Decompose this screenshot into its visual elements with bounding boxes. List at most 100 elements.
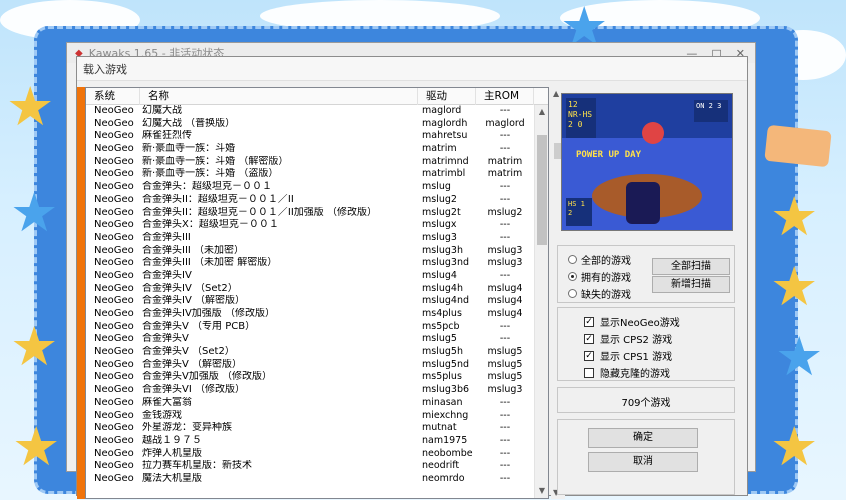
table-row[interactable]: NeoGeo 幻魔大战 maglord --- bbox=[86, 105, 534, 118]
table-row[interactable]: NeoGeo 幻魔大战 （普换版） maglordh maglord bbox=[86, 118, 534, 131]
table-row[interactable]: NeoGeo 合金弹头V （解密版） mslug5nd mslug5 bbox=[86, 359, 534, 372]
cell-main-rom: --- bbox=[499, 460, 511, 472]
star-icon: ★ bbox=[12, 415, 61, 478]
column-header-name[interactable]: 名称 bbox=[140, 88, 418, 105]
checkbox-hide-clones[interactable]: 隐藏克隆的游戏 bbox=[584, 365, 670, 380]
table-row[interactable]: NeoGeo 麻雀大富翁 minasan --- bbox=[86, 397, 534, 410]
checkbox-label: 显示 CPS1 游戏 bbox=[600, 352, 673, 363]
cell-main-rom: --- bbox=[499, 447, 511, 459]
table-row[interactable]: NeoGeo 合金弹头V mslug5 --- bbox=[86, 333, 534, 346]
ok-button[interactable]: 确定 bbox=[588, 428, 698, 448]
cell-system: NeoGeo bbox=[94, 143, 134, 155]
cell-name: 魔法大机皇版 bbox=[142, 472, 202, 484]
cell-driver: matrimnd bbox=[422, 155, 469, 167]
radio-all-games[interactable]: 全部的游戏 bbox=[568, 252, 631, 267]
cell-name: 合金弹头V （Set2） bbox=[142, 346, 235, 358]
table-row[interactable]: NeoGeo 魔法大机皇版 neomrdo --- bbox=[86, 473, 534, 486]
cancel-button[interactable]: 取消 bbox=[588, 452, 698, 472]
checkbox[interactable]: ✓ bbox=[584, 316, 594, 327]
table-row[interactable]: NeoGeo 合金弹头III mslug3 --- bbox=[86, 232, 534, 245]
scroll-up-icon[interactable]: ▲ bbox=[535, 105, 548, 119]
table-row[interactable]: NeoGeo 合金弹头III （未加密 解密版） mslug3nd mslug3 bbox=[86, 257, 534, 270]
table-row[interactable]: NeoGeo 新·豪血寺一族：斗婚 （解密版） matrimnd matrim bbox=[86, 156, 534, 169]
checkbox[interactable] bbox=[584, 367, 594, 378]
star-icon: ★ bbox=[775, 325, 824, 388]
scroll-down-icon[interactable]: ▼ bbox=[535, 484, 548, 498]
cell-name: 合金弹头IV加强版 （修改版） bbox=[142, 308, 275, 319]
checkbox-show-cps2[interactable]: ✓ 显示 CPS2 游戏 bbox=[584, 331, 672, 346]
list-scrollbar[interactable]: ▲ ▼ bbox=[534, 105, 548, 498]
table-row[interactable]: NeoGeo 合金弹头X：超级坦克－００１ mslugx --- bbox=[86, 219, 534, 232]
table-row[interactable]: NeoGeo 合金弹头IV加强版 （修改版） ms4plus mslug4 bbox=[86, 308, 534, 321]
cell-name: 合金弹头X：超级坦克－００１ bbox=[142, 219, 279, 231]
cell-system: NeoGeo bbox=[94, 181, 134, 193]
table-row[interactable]: NeoGeo 拉力赛车机皇版：新技术 neodrift --- bbox=[86, 460, 534, 473]
cell-main-rom: mslug2 bbox=[487, 206, 523, 218]
cell-name: 幻魔大战 bbox=[142, 105, 182, 116]
checkbox-show-cps1[interactable]: ✓ 显示 CPS1 游戏 bbox=[584, 348, 672, 363]
cell-main-rom: --- bbox=[499, 409, 511, 421]
column-header-driver[interactable]: 驱动 bbox=[418, 88, 476, 105]
scan-new-button[interactable]: 新增扫描 bbox=[652, 276, 730, 293]
cell-driver: miexchng bbox=[422, 409, 469, 421]
cell-main-rom: --- bbox=[499, 219, 511, 231]
table-row[interactable]: NeoGeo 合金弹头IV mslug4 --- bbox=[86, 270, 534, 283]
preview-caption: POWER UP DAY bbox=[576, 150, 642, 160]
table-row[interactable]: NeoGeo 合金弹头V （Set2） mslug5h mslug5 bbox=[86, 346, 534, 359]
wallpaper-tag bbox=[764, 124, 832, 168]
radio-button[interactable] bbox=[568, 289, 577, 298]
radio-missing-games[interactable]: 缺失的游戏 bbox=[568, 286, 631, 301]
column-header-main-rom[interactable]: 主ROM bbox=[476, 88, 534, 105]
star-icon: ★ bbox=[770, 255, 819, 318]
table-row[interactable]: NeoGeo 越战１９７５ nam1975 --- bbox=[86, 435, 534, 448]
cell-main-rom: mslug4 bbox=[487, 308, 523, 319]
radio-button[interactable] bbox=[568, 255, 577, 264]
table-row[interactable]: NeoGeo 合金弹头V加强版 （修改版） ms5plus mslug5 bbox=[86, 371, 534, 384]
table-row[interactable]: NeoGeo 合金弹头II：超级坦克－００１／II mslug2 --- bbox=[86, 194, 534, 207]
cell-main-rom: matrim bbox=[487, 168, 523, 180]
cell-name: 新·豪血寺一族：斗婚 bbox=[142, 143, 236, 155]
cell-driver: mslug4 bbox=[422, 269, 457, 281]
checkbox[interactable]: ✓ bbox=[584, 333, 594, 344]
cell-main-rom: mslug5 bbox=[487, 358, 523, 370]
cell-name: 炸弹人机皇版 bbox=[142, 447, 202, 459]
cell-main-rom: --- bbox=[499, 396, 511, 408]
table-row[interactable]: NeoGeo 合金弹头IV （Set2） mslug4h mslug4 bbox=[86, 283, 534, 296]
cell-system: NeoGeo bbox=[94, 333, 134, 345]
cell-driver: mslug3b6 bbox=[422, 384, 470, 396]
cell-name: 合金弹头VI （修改版） bbox=[142, 384, 245, 396]
table-row[interactable]: NeoGeo 新·豪血寺一族：斗婚 matrim --- bbox=[86, 143, 534, 156]
scroll-thumb[interactable] bbox=[537, 135, 547, 245]
table-row[interactable]: NeoGeo 金钱游戏 miexchng --- bbox=[86, 410, 534, 423]
display-options-group: ✓ 显示NeoGeo游戏 ✓ 显示 CPS2 游戏 ✓ 显示 CPS1 游戏 隐… bbox=[557, 307, 735, 381]
radio-owned-games[interactable]: 拥有的游戏 bbox=[568, 269, 631, 284]
table-row[interactable]: NeoGeo 炸弹人机皇版 neobombe --- bbox=[86, 448, 534, 461]
cell-main-rom: mslug5 bbox=[487, 371, 523, 383]
cell-name: 幻魔大战 （普换版） bbox=[142, 117, 236, 129]
cell-main-rom: --- bbox=[499, 105, 511, 116]
cell-name: 麻雀狂烈传 bbox=[142, 130, 192, 142]
scroll-up-icon[interactable]: ▲ bbox=[553, 89, 559, 98]
checkbox[interactable]: ✓ bbox=[584, 350, 594, 361]
table-row[interactable]: NeoGeo 合金弹头II：超级坦克－００１／II加强版 （修改版） mslug2t… bbox=[86, 207, 534, 220]
table-row[interactable]: NeoGeo 合金弹头VI （修改版） mslug3b6 mslug3 bbox=[86, 384, 534, 397]
cell-driver: matrim bbox=[422, 143, 457, 155]
table-row[interactable]: NeoGeo 合金弹头III （未加密） mslug3h mslug3 bbox=[86, 245, 534, 258]
table-row[interactable]: NeoGeo 合金弹头：超级坦克－００１ mslug --- bbox=[86, 181, 534, 194]
cell-main-rom: --- bbox=[499, 181, 511, 193]
cell-system: NeoGeo bbox=[94, 308, 134, 319]
checkbox-show-neogeo[interactable]: ✓ 显示NeoGeo游戏 bbox=[584, 314, 680, 329]
cell-name: 合金弹头II：超级坦克－００１／II加强版 （修改版） bbox=[142, 206, 377, 218]
cell-system: NeoGeo bbox=[94, 396, 134, 408]
radio-button[interactable] bbox=[568, 272, 577, 281]
cell-driver: mslug4h bbox=[422, 282, 463, 294]
cell-system: NeoGeo bbox=[94, 409, 134, 421]
game-list[interactable]: 系统 名称 驱动 主ROM NeoGeo 幻魔大战 maglord --- NeoGeo… bbox=[85, 87, 549, 499]
table-row[interactable]: NeoGeo 麻雀狂烈传 mahretsu --- bbox=[86, 130, 534, 143]
column-header-system[interactable]: 系统 bbox=[86, 88, 140, 105]
table-row[interactable]: NeoGeo 新·豪血寺一族：斗婚 （盗版） matrimbl matrim bbox=[86, 168, 534, 181]
table-row[interactable]: NeoGeo 合金弹头IV （解密版） mslug4nd mslug4 bbox=[86, 295, 534, 308]
scan-all-button[interactable]: 全部扫描 bbox=[652, 258, 730, 275]
table-row[interactable]: NeoGeo 合金弹头V （专用 PCB） ms5pcb --- bbox=[86, 321, 534, 334]
table-row[interactable]: NeoGeo 外星游龙：变异种族 mutnat --- bbox=[86, 422, 534, 435]
